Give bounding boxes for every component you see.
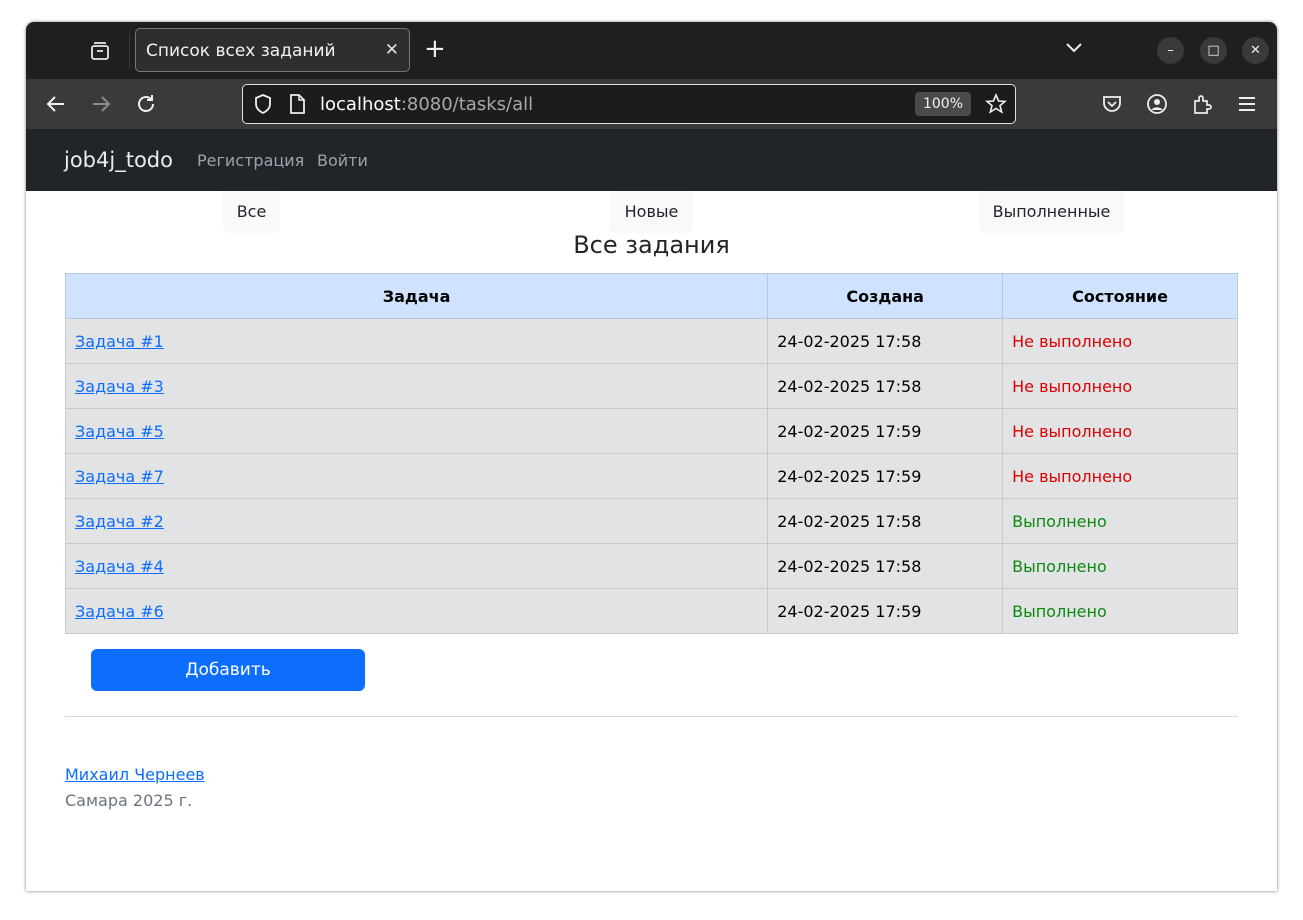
add-task-button[interactable]: Добавить <box>91 649 365 691</box>
task-created-cell: 24-02-2025 17:58 <box>767 318 1004 364</box>
chevron-down-icon[interactable] <box>1064 41 1084 55</box>
filter-all-button[interactable]: Все <box>223 191 280 233</box>
brand-logo[interactable]: job4j_todo <box>64 148 173 172</box>
task-status-cell: Выполнено <box>1002 498 1238 544</box>
task-name-cell: Задача #1 <box>64 318 769 364</box>
browser-toolbar: localhost:8080/tasks/all 100% <box>26 79 1277 129</box>
task-created-cell: 24-02-2025 17:59 <box>767 408 1004 454</box>
task-status-cell: Не выполнено <box>1002 453 1238 499</box>
task-name-cell: Задача #6 <box>64 588 769 634</box>
task-created-cell: 24-02-2025 17:58 <box>767 363 1004 409</box>
active-tab[interactable]: Список всех заданий ✕ <box>135 28 410 72</box>
task-name-cell: Задача #7 <box>64 453 769 499</box>
task-link[interactable]: Задача #2 <box>75 512 164 531</box>
task-link[interactable]: Задача #4 <box>75 557 164 576</box>
task-created-cell: 24-02-2025 17:58 <box>767 498 1004 544</box>
close-window-button[interactable]: ✕ <box>1242 37 1269 64</box>
table-row: Задача #4 24-02-2025 17:58 Выполнено <box>64 543 1238 589</box>
zoom-level-badge[interactable]: 100% <box>915 92 971 116</box>
url-text[interactable]: localhost:8080/tasks/all <box>320 94 533 115</box>
menu-icon[interactable] <box>1235 92 1259 116</box>
url-path: :8080/tasks/all <box>400 94 534 115</box>
tab-list-icon[interactable] <box>89 40 111 62</box>
author-link[interactable]: Михаил Чернеев <box>65 765 205 784</box>
task-status-cell: Выполнено <box>1002 543 1238 589</box>
table-header-row: Задача Создана Состояние <box>64 273 1238 319</box>
nav-link-login[interactable]: Войти <box>317 151 368 170</box>
tab-bar: Список всех заданий ✕ + – □ ✕ <box>26 22 1277 79</box>
tasks-table: Задача Создана Состояние Задача #1 24-02… <box>64 273 1238 634</box>
url-host: localhost <box>320 94 401 115</box>
footer-place-year: Самара 2025 г. <box>65 791 193 810</box>
table-row: Задача #2 24-02-2025 17:58 Выполнено <box>64 498 1238 544</box>
table-row: Задача #3 24-02-2025 17:58 Не выполнено <box>64 363 1238 409</box>
task-name-cell: Задача #4 <box>64 543 769 589</box>
task-link[interactable]: Задача #1 <box>75 332 164 351</box>
url-bar[interactable]: localhost:8080/tasks/all 100% <box>242 84 1016 124</box>
column-header-task: Задача <box>64 273 769 319</box>
task-status-cell: Не выполнено <box>1002 318 1238 364</box>
browser-window: Список всех заданий ✕ + – □ ✕ localhost:… <box>26 22 1277 891</box>
bookmark-star-icon[interactable] <box>985 93 1007 115</box>
task-created-cell: 24-02-2025 17:58 <box>767 543 1004 589</box>
task-link[interactable]: Задача #3 <box>75 377 164 396</box>
task-name-cell: Задача #3 <box>64 363 769 409</box>
maximize-button[interactable]: □ <box>1200 37 1227 64</box>
filter-done-button[interactable]: Выполненные <box>979 191 1124 233</box>
tab-separator <box>129 34 130 68</box>
table-row: Задача #5 24-02-2025 17:59 Не выполнено <box>64 408 1238 454</box>
table-row: Задача #6 24-02-2025 17:59 Выполнено <box>64 588 1238 634</box>
account-icon[interactable] <box>1145 92 1169 116</box>
column-header-created: Создана <box>767 273 1004 319</box>
app-navbar: job4j_todo Регистрация Войти <box>26 129 1277 191</box>
task-created-cell: 24-02-2025 17:59 <box>767 453 1004 499</box>
shield-icon[interactable] <box>252 93 274 115</box>
nav-link-register[interactable]: Регистрация <box>197 151 304 170</box>
task-link[interactable]: Задача #7 <box>75 467 164 486</box>
new-tab-button[interactable]: + <box>424 35 446 63</box>
table-row: Задача #7 24-02-2025 17:59 Не выполнено <box>64 453 1238 499</box>
pocket-icon[interactable] <box>1100 92 1124 116</box>
task-status-cell: Не выполнено <box>1002 408 1238 454</box>
page-title: Все задания <box>573 231 730 259</box>
task-created-cell: 24-02-2025 17:59 <box>767 588 1004 634</box>
task-status-cell: Выполнено <box>1002 588 1238 634</box>
task-name-cell: Задача #2 <box>64 498 769 544</box>
forward-arrow-icon[interactable] <box>89 92 113 116</box>
back-arrow-icon[interactable] <box>44 92 68 116</box>
page-icon <box>290 94 305 114</box>
column-header-status: Состояние <box>1002 273 1238 319</box>
table-row: Задача #1 24-02-2025 17:58 Не выполнено <box>64 318 1238 364</box>
tab-title: Список всех заданий <box>146 41 336 61</box>
task-link[interactable]: Задача #6 <box>75 602 164 621</box>
extensions-icon[interactable] <box>1190 92 1214 116</box>
minimize-button[interactable]: – <box>1157 37 1184 64</box>
task-name-cell: Задача #5 <box>64 408 769 454</box>
task-link[interactable]: Задача #5 <box>75 422 164 441</box>
footer-divider <box>65 716 1238 717</box>
reload-icon[interactable] <box>134 92 158 116</box>
tab-close-icon[interactable]: ✕ <box>385 40 399 60</box>
filter-new-button[interactable]: Новые <box>610 191 693 233</box>
task-status-cell: Не выполнено <box>1002 363 1238 409</box>
